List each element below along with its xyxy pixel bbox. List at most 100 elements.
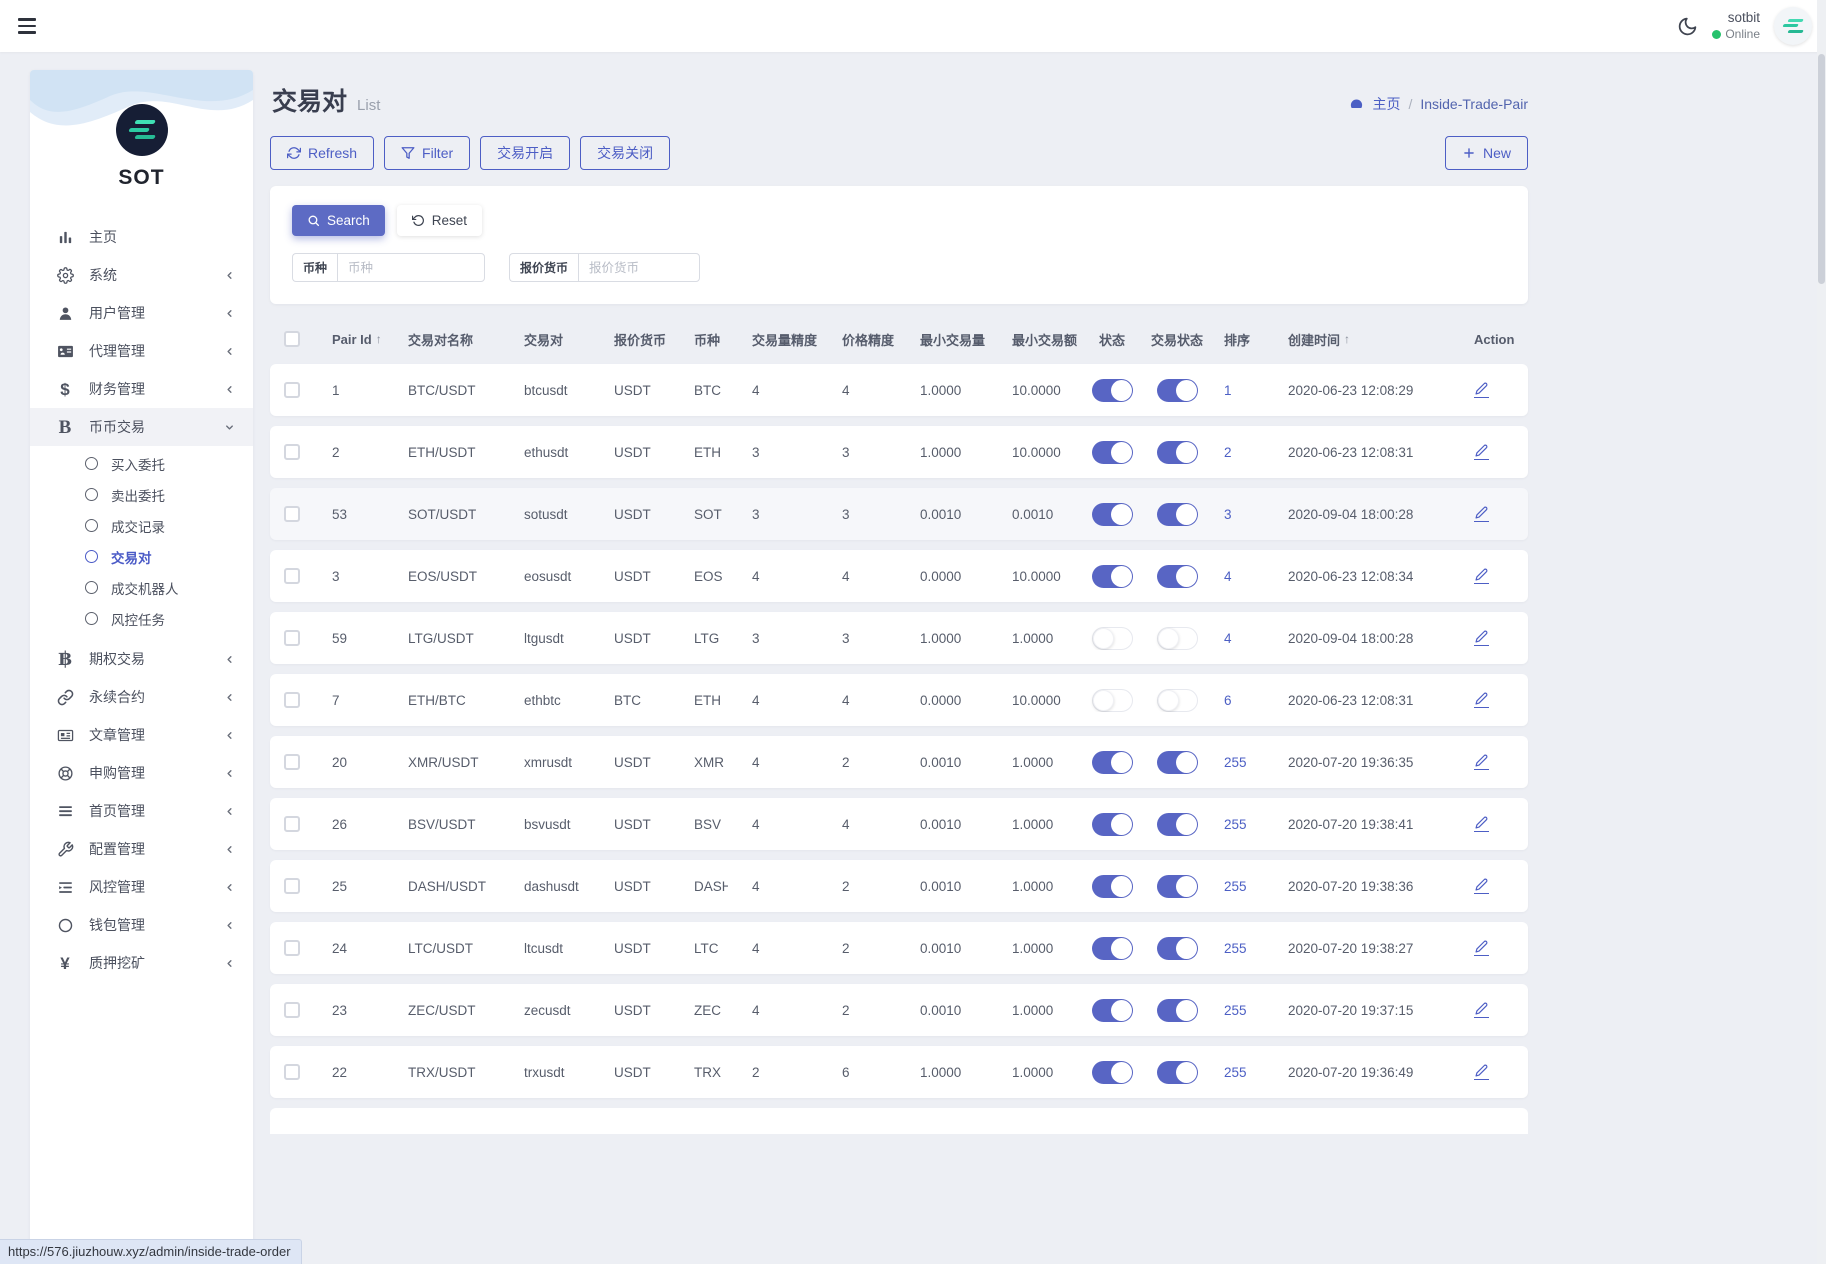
row-checkbox[interactable] [284,1002,300,1018]
trade-status-toggle[interactable] [1157,441,1198,464]
sidebar-item[interactable]: 代理管理 [30,332,253,370]
reset-button[interactable]: Reset [397,205,482,236]
edit-icon[interactable] [1474,382,1489,399]
sort-link[interactable]: 2 [1224,445,1232,460]
sidebar-subitem[interactable]: 成交机器人 [30,572,253,603]
page-scrollbar[interactable] [1817,0,1826,1264]
coin-field-input[interactable] [337,253,485,282]
refresh-button[interactable]: Refresh [270,136,374,170]
edit-icon[interactable] [1474,1064,1489,1081]
quote-field-input[interactable] [578,253,700,282]
select-all-checkbox[interactable] [284,331,300,347]
status-toggle[interactable] [1092,937,1133,960]
trade-status-toggle[interactable] [1157,937,1198,960]
status-toggle[interactable] [1092,379,1133,402]
trade-status-toggle[interactable] [1157,627,1198,650]
trade-status-toggle[interactable] [1157,813,1198,836]
menu-icon[interactable] [18,16,44,36]
edit-icon[interactable] [1474,568,1489,585]
status-toggle[interactable] [1092,689,1133,712]
edit-icon[interactable] [1474,878,1489,895]
sidebar-item[interactable]: 永续合约 [30,678,253,716]
dark-mode-toggle-moon-icon[interactable] [1677,16,1698,37]
trade-status-toggle[interactable] [1157,689,1198,712]
edit-icon[interactable] [1474,940,1489,957]
sidebar-item[interactable]: ¥质押挖矿 [30,944,253,982]
row-checkbox[interactable] [284,506,300,522]
sort-link[interactable]: 255 [1224,755,1247,770]
sort-asc-arrow-icon[interactable]: ↑ [376,332,382,346]
sidebar-item[interactable]: $财务管理 [30,370,253,408]
edit-icon[interactable] [1474,816,1489,833]
sort-link[interactable]: 1 [1224,383,1232,398]
status-toggle[interactable] [1092,565,1133,588]
sidebar-item[interactable]: 钱包管理 [30,906,253,944]
avatar[interactable] [1774,7,1812,45]
sort-link[interactable]: 3 [1224,507,1232,522]
sidebar-subitem[interactable]: 风控任务 [30,603,253,634]
sidebar-subitem[interactable]: 成交记录 [30,510,253,541]
trade-status-toggle[interactable] [1157,875,1198,898]
status-toggle[interactable] [1092,813,1133,836]
status-toggle[interactable] [1092,503,1133,526]
status-toggle[interactable] [1092,875,1133,898]
trade-status-toggle[interactable] [1157,999,1198,1022]
sidebar-item[interactable]: 文章管理 [30,716,253,754]
sidebar-item[interactable]: 系统 [30,256,253,294]
trade-open-button[interactable]: 交易开启 [480,136,570,170]
filter-button[interactable]: Filter [384,136,470,170]
edit-icon[interactable] [1474,692,1489,709]
sidebar-item[interactable]: 首页管理 [30,792,253,830]
sidebar-subitem[interactable]: 买入委托 [30,448,253,479]
sidebar-item[interactable]: 用户管理 [30,294,253,332]
edit-icon[interactable] [1474,754,1489,771]
trade-status-toggle[interactable] [1157,565,1198,588]
trade-status-toggle[interactable] [1157,1061,1198,1084]
sidebar-item[interactable]: B币币交易 [30,408,253,446]
status-toggle[interactable] [1092,751,1133,774]
edit-icon[interactable] [1474,1002,1489,1019]
sidebar-item[interactable]: 风控管理 [30,868,253,906]
row-checkbox[interactable] [284,692,300,708]
status-toggle[interactable] [1092,627,1133,650]
sort-link[interactable]: 255 [1224,817,1247,832]
sidebar-item[interactable]: ฿期权交易 [30,640,253,678]
trade-status-toggle[interactable] [1157,503,1198,526]
search-button[interactable]: Search [292,205,385,236]
status-toggle[interactable] [1092,441,1133,464]
sort-link[interactable]: 255 [1224,941,1247,956]
user-menu[interactable]: sotbit Online [1712,10,1760,42]
new-button[interactable]: New [1445,136,1528,170]
sort-link[interactable]: 255 [1224,1003,1247,1018]
row-checkbox[interactable] [284,940,300,956]
edit-icon[interactable] [1474,444,1489,461]
scrollbar-thumb[interactable] [1818,54,1825,284]
row-checkbox[interactable] [284,568,300,584]
sort-link[interactable]: 4 [1224,569,1232,584]
status-toggle[interactable] [1092,1061,1133,1084]
edit-icon[interactable] [1474,506,1489,523]
row-checkbox[interactable] [284,754,300,770]
sort-link[interactable]: 255 [1224,879,1247,894]
trade-status-toggle[interactable] [1157,751,1198,774]
trade-close-button[interactable]: 交易关闭 [580,136,670,170]
row-checkbox[interactable] [284,444,300,460]
row-checkbox[interactable] [284,816,300,832]
sidebar-item[interactable]: 申购管理 [30,754,253,792]
row-checkbox[interactable] [284,878,300,894]
row-checkbox[interactable] [284,1064,300,1080]
sort-asc-arrow-icon[interactable]: ↑ [1344,332,1350,346]
sidebar-item[interactable]: 配置管理 [30,830,253,868]
column-header[interactable]: Pair Id↑ [314,332,384,347]
sidebar-subitem[interactable]: 交易对 [30,541,253,572]
sort-link[interactable]: 6 [1224,693,1232,708]
edit-icon[interactable] [1474,630,1489,647]
column-header[interactable]: 创建时间↑ [1260,330,1444,349]
sort-link[interactable]: 255 [1224,1065,1247,1080]
sidebar-subitem[interactable]: 卖出委托 [30,479,253,510]
row-checkbox[interactable] [284,382,300,398]
trade-status-toggle[interactable] [1157,379,1198,402]
row-checkbox[interactable] [284,630,300,646]
breadcrumb-home-link[interactable]: 主页 [1372,94,1400,114]
sort-link[interactable]: 4 [1224,631,1232,646]
